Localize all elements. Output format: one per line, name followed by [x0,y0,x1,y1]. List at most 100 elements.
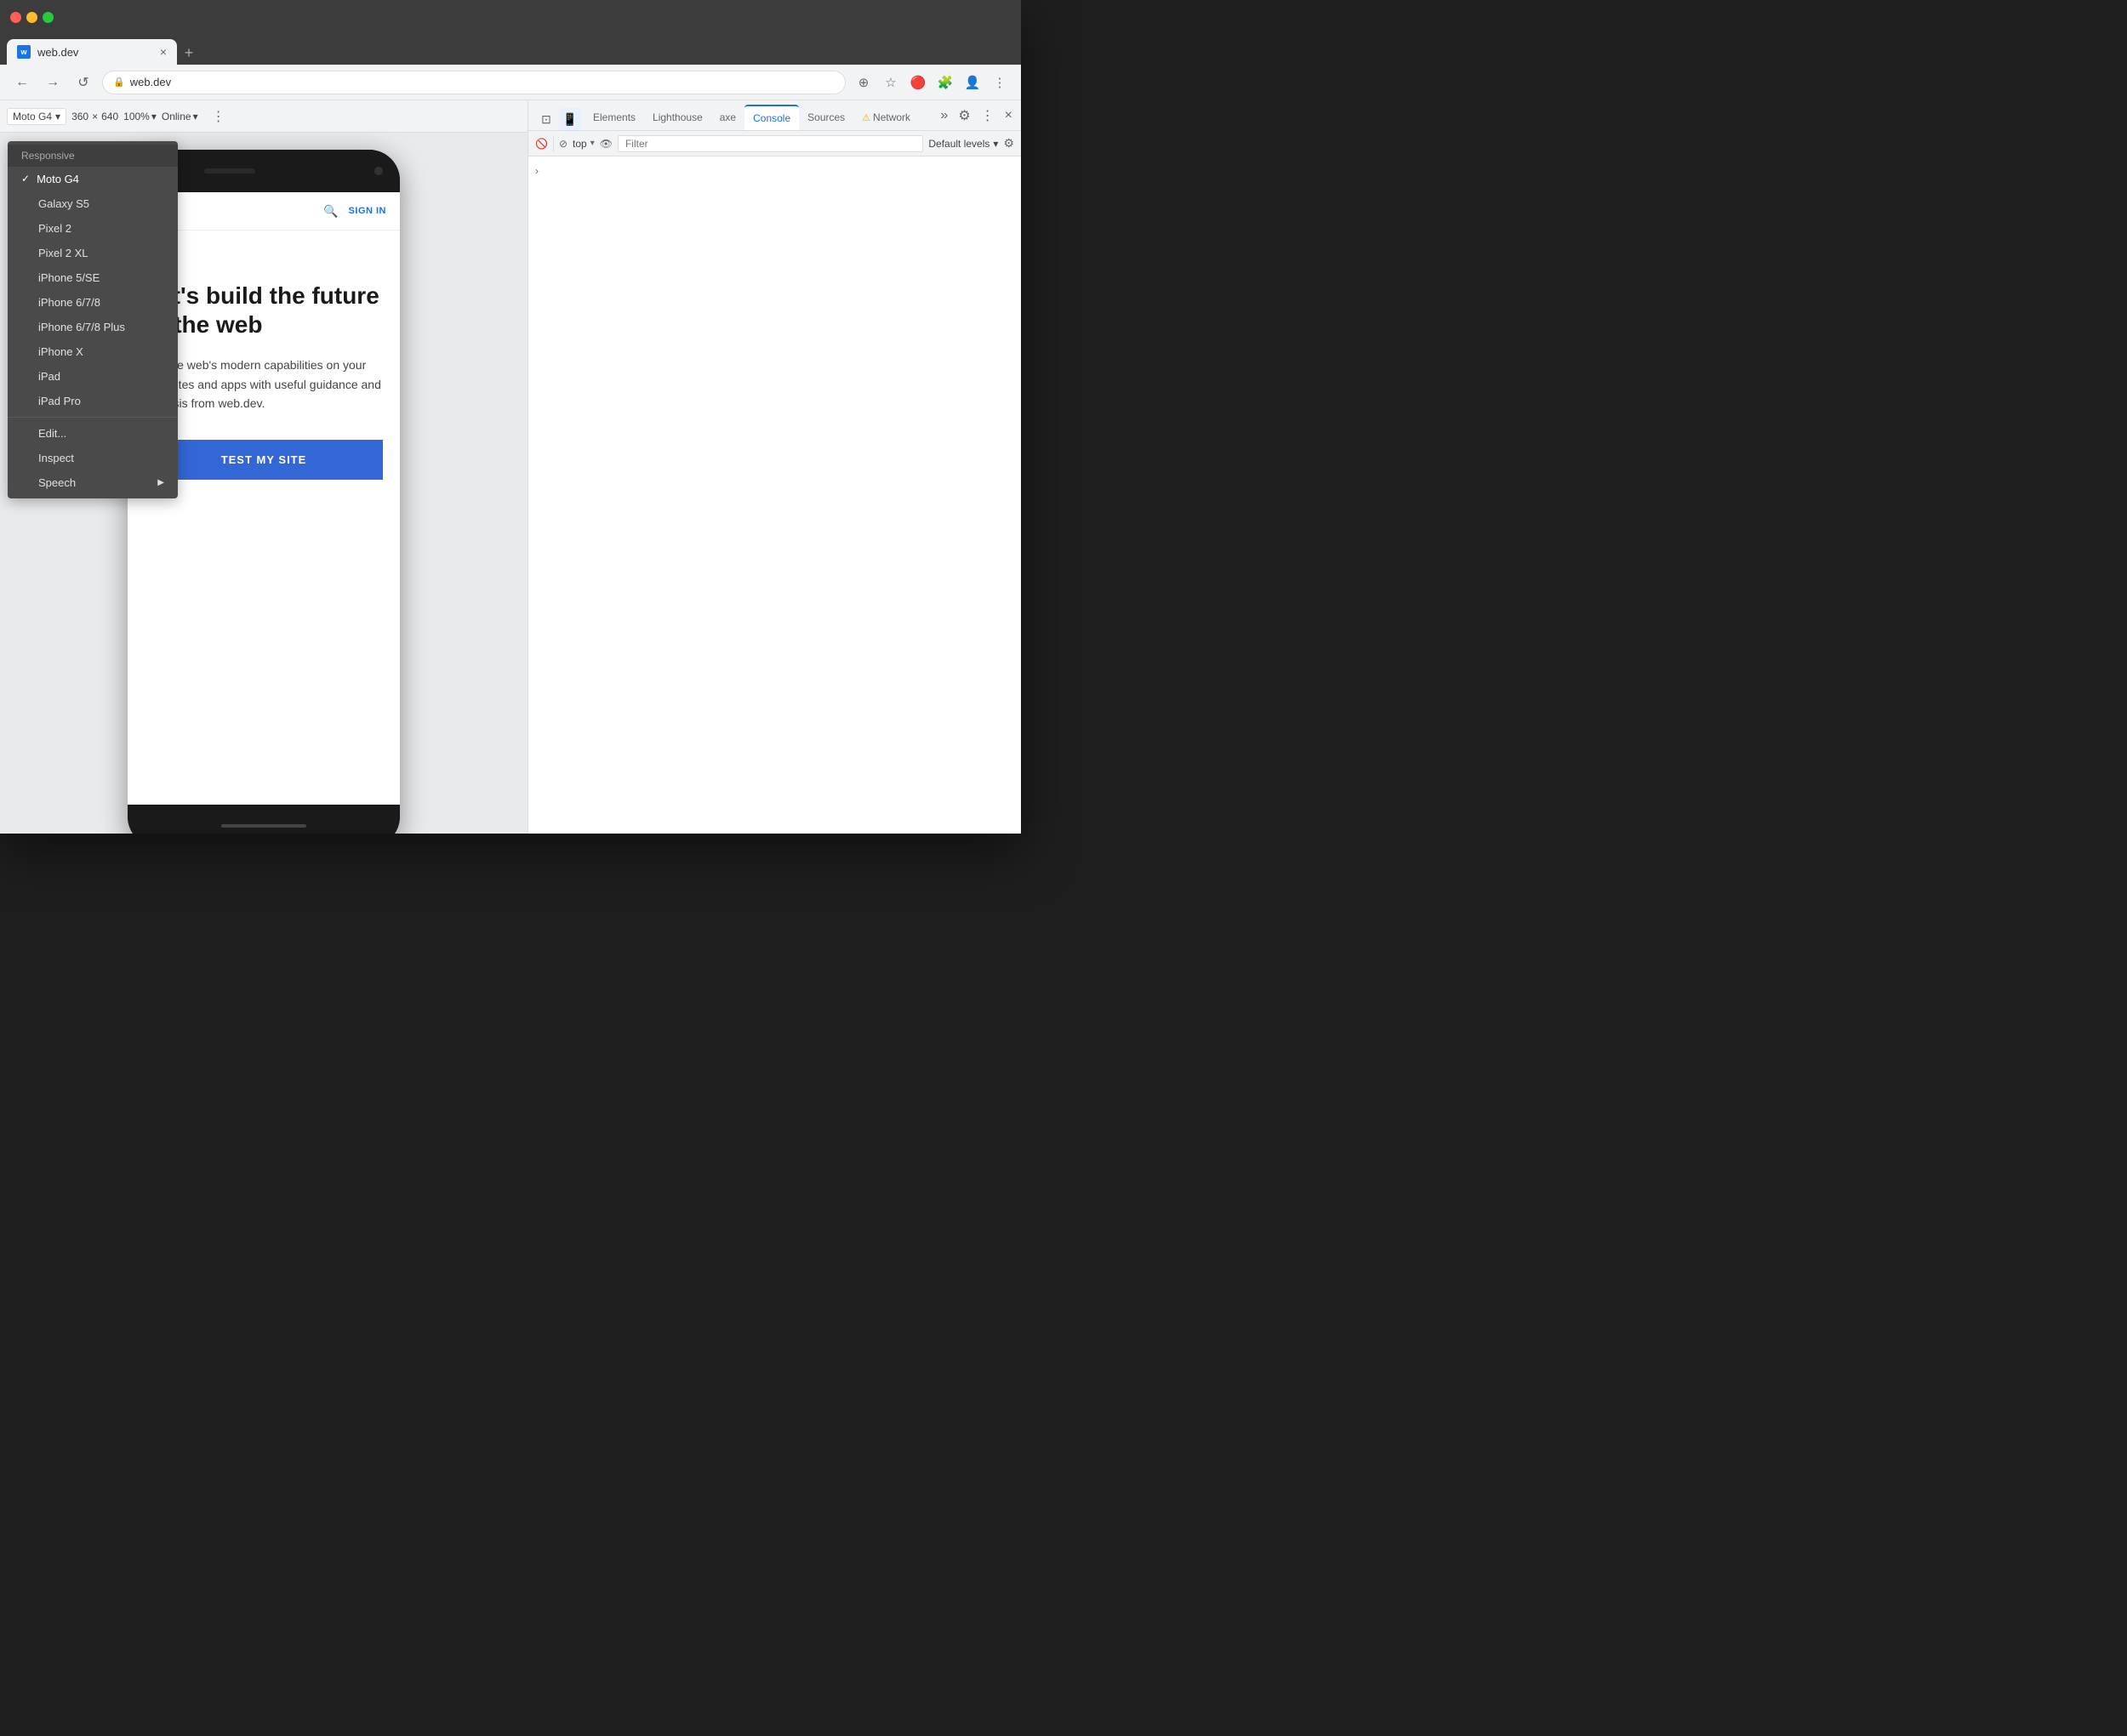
url-text: web.dev [130,76,171,88]
hero-description: Get the web's modern capabilities on you… [145,356,383,413]
minimize-button[interactable] [26,12,37,23]
console-divider-1 [553,136,554,151]
responsive-mode-button[interactable]: 📱 [559,108,581,130]
dropdown-item-galaxy-s5[interactable]: Galaxy S5 [8,191,178,216]
title-bar [0,0,1021,34]
back-button[interactable]: ← [10,71,34,94]
forward-button[interactable]: → [41,71,65,94]
phone-speaker [204,168,255,174]
devtools-icons-left: ⊡ 📱 [532,108,584,130]
console-ban-icon[interactable]: 🚫 [535,138,548,150]
devtools-panel: ⊡ 📱 Elements Lighthouse axe Console Sour… [527,100,1021,834]
devtools-console-bar: 🚫 ⊘ top ▾ 👁 Default levels ▾ ⚙ [528,131,1021,157]
address-bar: ← → ↺ 🔒 web.dev ⊕ ☆ 🔴 🧩 👤 ⋮ [0,65,1021,100]
tab-favicon: w [17,45,31,59]
tab-lighthouse[interactable]: Lighthouse [644,105,711,130]
viewport-width: 360 [71,111,88,122]
log-level-label: Default levels [928,138,989,150]
connectivity-value: Online [162,111,191,122]
context-dropdown-arrow: ▾ [590,139,595,148]
console-prompt-chevron[interactable]: › [535,165,539,177]
devtools-close-button[interactable]: × [1000,108,1018,123]
dropdown-item-speech[interactable]: Speech [8,470,178,495]
dropdown-item-iphone5se[interactable]: iPhone 5/SE [8,265,178,290]
dimension-display: 360 × 640 [71,111,118,122]
dropdown-item-edit[interactable]: Edit... [8,421,178,446]
console-stop-icon[interactable]: ⊘ [559,138,567,150]
tab-sources[interactable]: Sources [799,105,853,130]
extension-icon[interactable]: 🔴 [907,71,929,94]
phone-home-indicator [221,824,306,828]
bookmark-button[interactable]: ☆ [880,71,902,94]
dropdown-item-iphone678[interactable]: iPhone 6/7/8 [8,290,178,315]
dropdown-header: Responsive [8,145,178,167]
reload-button[interactable]: ↺ [71,71,95,94]
console-filter-input[interactable] [618,135,923,152]
dropdown-item-ipad[interactable]: iPad [8,364,178,389]
tab-console[interactable]: Console [744,105,799,130]
devtools-content: › [528,157,1021,834]
tab-title: web.dev [37,46,78,59]
sign-in-button[interactable]: SIGN IN [349,206,386,216]
phone-bottom-bar [128,805,400,834]
log-level-arrow: ▾ [993,138,998,150]
dropdown-item-iphone678plus[interactable]: iPhone 6/7/8 Plus [8,315,178,339]
context-label: top [573,138,587,150]
traffic-lights [10,12,54,23]
search-icon[interactable]: 🔍 [323,204,338,219]
site-header-actions: 🔍 SIGN IN [323,204,386,219]
zoom-arrow: ▾ [151,111,157,122]
tab-network[interactable]: ⚠ Network [853,105,919,130]
device-toolbar: Moto G4 ▾ Responsive Moto G4 Galaxy S5 P… [0,100,527,133]
hero-title: Let's build the future of the web [145,282,383,339]
network-warning-icon: ⚠ [862,112,870,123]
zoom-selector[interactable]: 100% ▾ [123,111,157,122]
dropdown-item-pixel2[interactable]: Pixel 2 [8,216,178,241]
devtools-tabs-overflow[interactable]: » [935,108,953,123]
eye-icon[interactable]: 👁 [600,138,613,150]
devtools-settings-button[interactable]: ⚙ [953,107,975,124]
main-area: Moto G4 ▾ Responsive Moto G4 Galaxy S5 P… [0,100,1021,834]
connectivity-selector[interactable]: Online ▾ [162,111,198,122]
console-gear-icon[interactable]: ⚙ [1003,136,1014,151]
device-selector[interactable]: Moto G4 ▾ Responsive Moto G4 Galaxy S5 P… [7,108,66,125]
test-my-site-button[interactable]: TEST MY SITE [145,440,383,480]
tab-close-button[interactable]: × [160,45,167,59]
device-toolbar-options[interactable]: ⋮ [207,105,231,128]
log-level-selector[interactable]: Default levels ▾ [928,138,998,150]
account-button[interactable]: 👤 [961,71,984,94]
address-bar-actions: ⊕ ☆ 🔴 🧩 👤 ⋮ [853,71,1011,94]
puzzle-icon[interactable]: 🧩 [934,71,956,94]
tab-axe[interactable]: axe [711,105,744,130]
more-button[interactable]: ⋮ [989,71,1011,94]
devtools-toggle-button[interactable]: ⊡ [535,108,557,130]
connectivity-arrow: ▾ [193,111,198,122]
dropdown-divider-1 [8,417,178,418]
new-tab-button[interactable]: + [177,41,201,65]
device-dropdown-arrow: ▾ [55,111,60,122]
dropdown-item-iphonex[interactable]: iPhone X [8,339,178,364]
url-bar[interactable]: 🔒 web.dev [102,71,846,94]
phone-camera [374,167,383,175]
window-chrome: w web.dev × + ← → ↺ 🔒 web.dev ⊕ ☆ 🔴 🧩 👤 … [0,0,1021,834]
dropdown-item-pixel2xl[interactable]: Pixel 2 XL [8,241,178,265]
dropdown-item-ipadpro[interactable]: iPad Pro [8,389,178,413]
dropdown-item-inspect[interactable]: Inspect [8,446,178,470]
tab-elements[interactable]: Elements [584,105,644,130]
context-selector[interactable]: top ▾ [573,138,595,150]
dimension-separator: × [92,111,98,122]
zoom-value: 100% [123,111,150,122]
add-bookmark-button[interactable]: ⊕ [853,71,875,94]
lock-icon: 🔒 [113,77,125,88]
fullscreen-button[interactable] [43,12,54,23]
devtools-tabs: ⊡ 📱 Elements Lighthouse axe Console Sour… [528,100,1021,131]
active-tab[interactable]: w web.dev × [7,39,177,65]
viewport-height: 640 [101,111,118,122]
browser-viewport: Moto G4 ▾ Responsive Moto G4 Galaxy S5 P… [0,100,527,834]
device-name: Moto G4 [13,111,52,122]
dropdown-item-moto-g4[interactable]: Moto G4 [8,167,178,191]
device-dropdown-menu: Responsive Moto G4 Galaxy S5 Pixel 2 Pix… [8,141,178,498]
tab-bar: w web.dev × + [0,34,1021,65]
devtools-more-button[interactable]: ⋮ [976,107,1000,124]
close-button[interactable] [10,12,21,23]
